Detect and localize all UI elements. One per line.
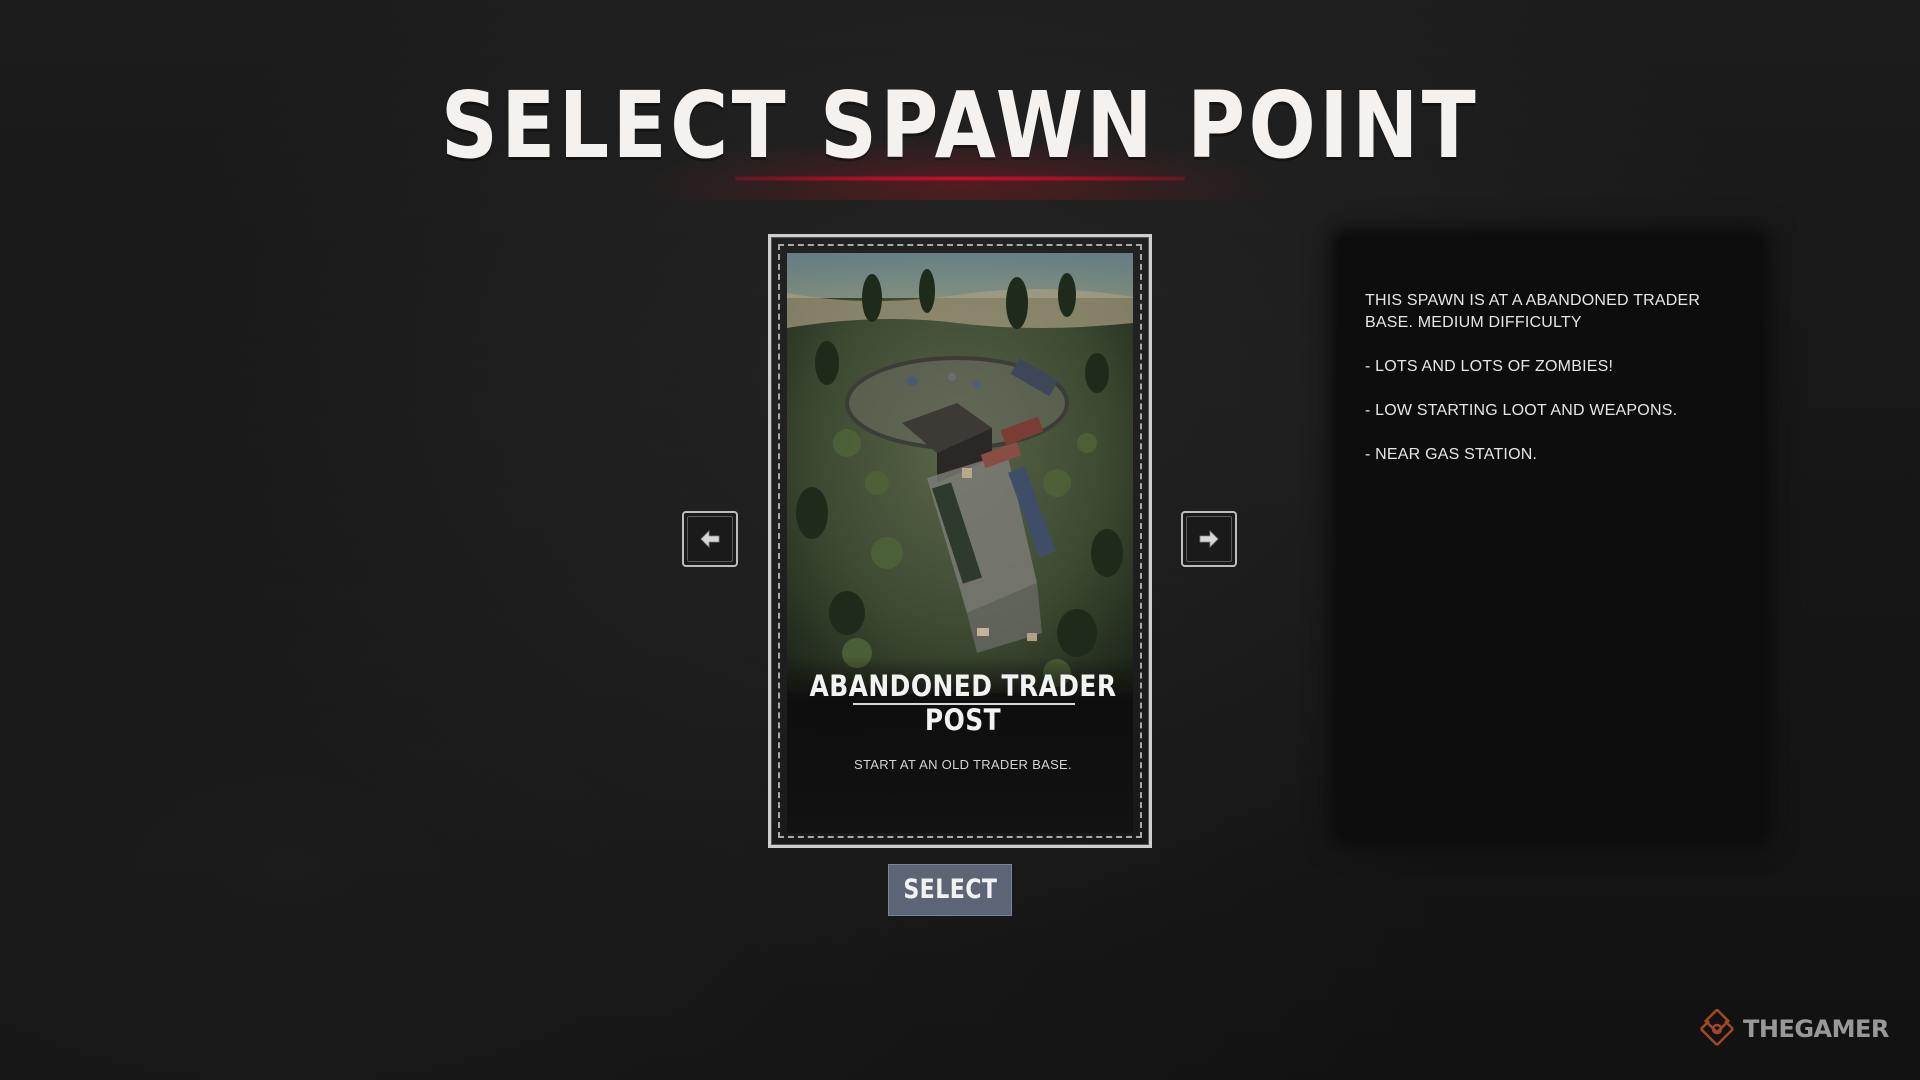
spawn-card[interactable]: ABANDONED TRADER POST START AT AN OLD TR… [768, 234, 1152, 848]
select-button[interactable]: SELECT [888, 864, 1012, 916]
info-bullet: - LOW STARTING LOOT AND WEAPONS. [1365, 402, 1678, 419]
spawn-info-panel: THIS SPAWN IS AT A ABANDONED TRADER BASE… [1340, 238, 1760, 836]
arrow-right-icon [1199, 530, 1219, 548]
spawn-name-underline [853, 703, 1075, 705]
spawn-select-screen: SELECT SPAWN POINT ABANDONED TRADER POST… [0, 0, 1920, 1080]
next-spawn-button[interactable] [1181, 511, 1237, 567]
previous-spawn-button[interactable] [682, 511, 738, 567]
page-title: SELECT SPAWN POINT [440, 72, 1480, 179]
spawn-preview-image [787, 253, 1133, 693]
aerial-base-image [787, 253, 1133, 693]
title-underline [735, 176, 1185, 181]
spawn-description: START AT AN OLD TRADER BASE. [854, 757, 1072, 772]
watermark: THEGAMER [1697, 1009, 1889, 1049]
info-bullet: - NEAR GAS STATION. [1365, 446, 1538, 463]
info-summary: THIS SPAWN IS AT A ABANDONED TRADER BASE… [1365, 292, 1701, 331]
spawn-info-text: THIS SPAWN IS AT A ABANDONED TRADER BASE… [1365, 290, 1735, 488]
arrow-left-icon [700, 530, 720, 548]
thegamer-logo-icon [1700, 1009, 1734, 1046]
info-bullet: - LOTS AND LOTS OF ZOMBIES! [1365, 358, 1614, 375]
select-button-label: SELECT [902, 874, 998, 905]
watermark-text: THEGAMER [1743, 1015, 1889, 1043]
